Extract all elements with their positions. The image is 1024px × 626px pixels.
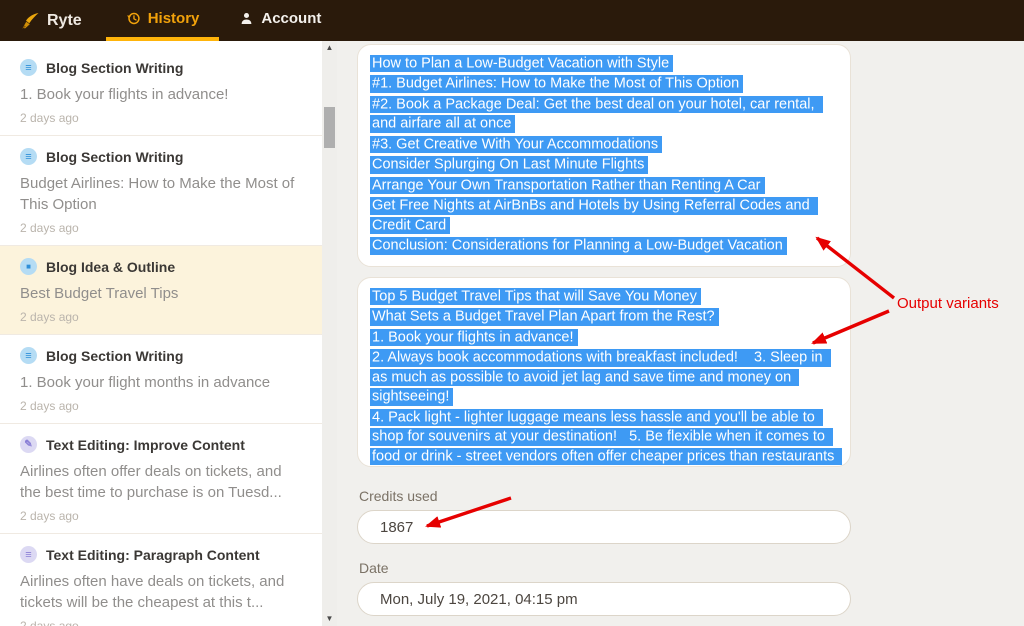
item-title: Blog Section Writing — [46, 149, 183, 165]
item-header: Blog Idea & Outline — [20, 258, 302, 275]
output-text-row: Arrange Your Own Transportation Rather t… — [370, 176, 838, 196]
history-icon — [126, 11, 141, 26]
history-list-item[interactable]: Text Editing: Improve Content Airlines o… — [0, 424, 322, 534]
history-list-item[interactable]: Text Editing: Paragraph Content Airlines… — [0, 534, 322, 626]
item-timestamp: 2 days ago — [20, 111, 302, 125]
highlighted-text: What Sets a Budget Travel Plan Apart fro… — [370, 308, 719, 326]
highlighted-text: #1. Budget Airlines: How to Make the Mos… — [370, 75, 743, 93]
output-text-row: 1. Book your flights in advance! — [370, 328, 838, 348]
history-list: Blog Section Writing 1. Book your flight… — [0, 41, 322, 626]
item-title: Blog Section Writing — [46, 60, 183, 76]
item-header: Blog Section Writing — [20, 347, 302, 364]
output-text-row: #2. Book a Package Deal: Get the best de… — [370, 95, 838, 134]
highlighted-text: 2. Always book accommodations with break… — [370, 349, 831, 406]
item-type-icon — [20, 546, 37, 563]
output-text-row: Conclusion: Considerations for Planning … — [370, 237, 838, 257]
highlighted-text: Top 5 Budget Travel Tips that will Save … — [370, 288, 701, 306]
output-text-row: How to Plan a Low-Budget Vacation with S… — [370, 54, 838, 74]
tab-history[interactable]: History — [106, 0, 220, 41]
brand-ryte[interactable]: Ryte — [0, 0, 106, 41]
output-text-row: Get Free Nights at AirBnBs and Hotels by… — [370, 197, 838, 236]
tab-account[interactable]: Account — [219, 0, 341, 41]
highlighted-text: 4. Pack light - lighter luggage means le… — [370, 409, 842, 468]
date-field[interactable]: Mon, July 19, 2021, 04:15 pm — [357, 582, 851, 616]
item-preview-text: 1. Book your flight months in advance — [20, 372, 302, 393]
output-variant-card-1: How to Plan a Low-Budget Vacation with S… — [357, 44, 851, 267]
item-title: Text Editing: Paragraph Content — [46, 547, 260, 563]
item-type-icon — [20, 347, 37, 364]
item-preview-text: Budget Airlines: How to Make the Most of… — [20, 173, 302, 215]
highlighted-text: #3. Get Creative With Your Accommodation… — [370, 136, 662, 154]
output-variants-annotation: Output variants — [897, 295, 999, 312]
item-preview-text: Best Budget Travel Tips — [20, 283, 302, 304]
history-list-item[interactable]: Blog Section Writing 1. Book your flight… — [0, 335, 322, 424]
history-sidebar: Blog Section Writing 1. Book your flight… — [0, 41, 337, 626]
output-text-row: #1. Budget Airlines: How to Make the Mos… — [370, 75, 838, 95]
item-timestamp: 2 days ago — [20, 221, 302, 235]
credits-used-value: 1867 — [380, 519, 413, 536]
item-header: Text Editing: Improve Content — [20, 436, 302, 453]
detail-panel: How to Plan a Low-Budget Vacation with S… — [337, 41, 1024, 626]
highlighted-text: Arrange Your Own Transportation Rather t… — [370, 177, 765, 195]
item-type-icon — [20, 59, 37, 76]
sidebar-scrollbar[interactable]: ▲ ▼ — [322, 41, 337, 626]
item-header: Text Editing: Paragraph Content — [20, 546, 302, 563]
highlighted-text: 1. Book your flights in advance! — [370, 329, 578, 347]
item-type-icon — [20, 148, 37, 165]
item-timestamp: 2 days ago — [20, 310, 302, 324]
brand-label: Ryte — [47, 12, 82, 30]
item-timestamp: 2 days ago — [20, 509, 302, 523]
history-list-item[interactable]: Blog Section Writing 1. Book your flight… — [0, 47, 322, 136]
item-preview-text: 1. Book your flights in advance! — [20, 84, 302, 105]
output-text-row: 2. Always book accommodations with break… — [370, 349, 838, 408]
item-title: Blog Idea & Outline — [46, 259, 175, 275]
output-text-row: What Sets a Budget Travel Plan Apart fro… — [370, 308, 838, 328]
history-list-item[interactable]: Blog Idea & Outline Best Budget Travel T… — [0, 246, 322, 335]
item-title: Blog Section Writing — [46, 348, 183, 364]
item-preview-text: Airlines often offer deals on tickets, a… — [20, 461, 302, 503]
item-timestamp: 2 days ago — [20, 619, 302, 626]
item-header: Blog Section Writing — [20, 59, 302, 76]
highlighted-text: Consider Splurging On Last Minute Flight… — [370, 156, 648, 174]
credits-used-label: Credits used — [359, 488, 438, 504]
account-icon — [239, 11, 254, 26]
highlighted-text: #2. Book a Package Deal: Get the best de… — [370, 96, 823, 133]
item-preview-text: Airlines often have deals on tickets, an… — [20, 571, 302, 613]
item-type-icon — [20, 258, 37, 275]
highlighted-text: Get Free Nights at AirBnBs and Hotels by… — [370, 197, 818, 234]
output-text-row: 4. Pack light - lighter luggage means le… — [370, 408, 838, 467]
item-timestamp: 2 days ago — [20, 399, 302, 413]
date-value: Mon, July 19, 2021, 04:15 pm — [380, 591, 578, 608]
item-type-icon — [20, 436, 37, 453]
highlighted-text: Conclusion: Considerations for Planning … — [370, 237, 787, 255]
history-list-item[interactable]: Blog Section Writing Budget Airlines: Ho… — [0, 136, 322, 246]
date-label: Date — [359, 560, 389, 576]
ryte-logo-icon — [20, 12, 40, 30]
scroll-down-icon[interactable]: ▼ — [322, 612, 337, 626]
top-navbar: Ryte History Account — [0, 0, 1024, 41]
tab-history-label: History — [148, 10, 200, 27]
scroll-up-icon[interactable]: ▲ — [322, 41, 337, 55]
output-text-row: Consider Splurging On Last Minute Flight… — [370, 156, 838, 176]
highlighted-text: How to Plan a Low-Budget Vacation with S… — [370, 55, 673, 73]
output-text-row: Top 5 Budget Travel Tips that will Save … — [370, 287, 838, 307]
item-title: Text Editing: Improve Content — [46, 437, 245, 453]
scrollbar-thumb[interactable] — [324, 107, 335, 148]
output-text-row: #3. Get Creative With Your Accommodation… — [370, 135, 838, 155]
output-variant-card-2: Top 5 Budget Travel Tips that will Save … — [357, 277, 851, 467]
tab-account-label: Account — [261, 10, 321, 27]
item-header: Blog Section Writing — [20, 148, 302, 165]
credits-used-field[interactable]: 1867 — [357, 510, 851, 544]
